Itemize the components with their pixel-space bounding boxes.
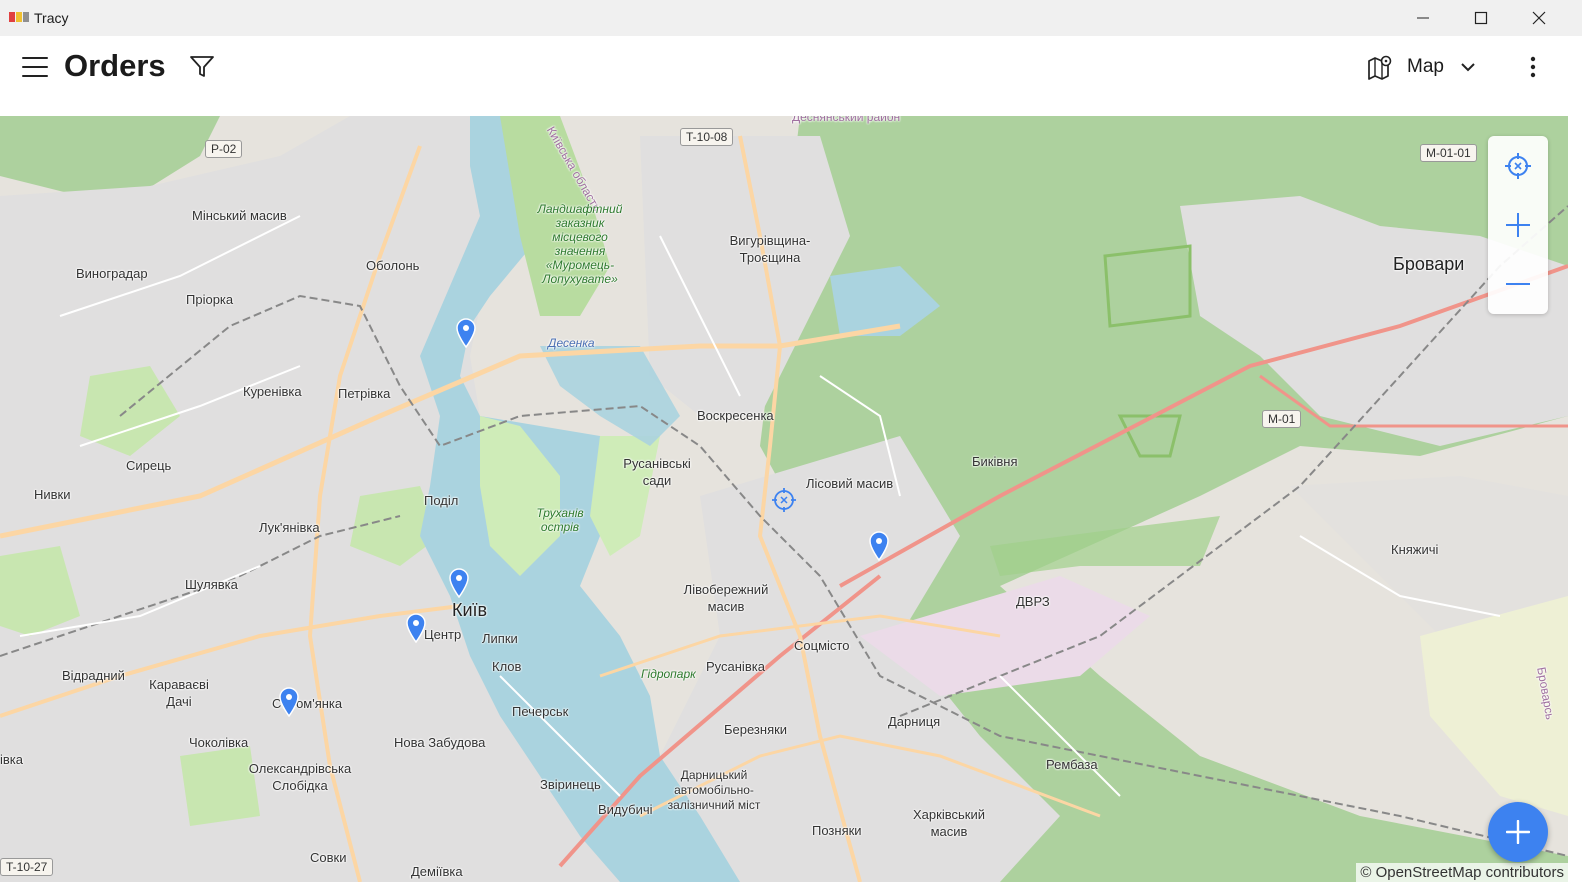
hamburger-menu-button[interactable] [18,52,52,82]
app-icon [9,12,29,22]
map-label: Поділ [424,493,459,508]
locate-me-button[interactable] [1488,136,1548,195]
map-label: Мінський масив [192,208,287,223]
map-label: Березняки [724,722,788,737]
map-label: Княжичі [1391,542,1439,557]
maximize-button[interactable] [1452,0,1510,36]
order-location-pin[interactable] [455,318,477,348]
map-label: ДВРЗ [1016,594,1050,609]
map-label: Лісовий масив [806,476,894,491]
map-label: Виноградар [76,266,148,281]
order-location-pin[interactable] [448,568,470,598]
map-label-park: Ландшафтний заказник місцевого значення … [537,202,623,286]
map-label: Лівобережний масив [683,582,769,614]
map-label: Позняки [812,823,862,838]
road-shield: M-01 [1262,410,1302,428]
map-label: Лук'янівка [259,520,320,535]
filter-button[interactable] [186,52,218,82]
zoom-in-button[interactable] [1488,195,1548,254]
map-label: Воскресенка [697,408,774,423]
map-label: Звіринець [540,777,601,792]
view-mode-label: Map [1407,56,1444,77]
page-title: Orders [64,48,166,83]
map-label: Дарницький автомобільно-залізничний міст [667,768,761,812]
map-label: Центр [424,627,462,642]
map-label: Нивки [34,487,71,502]
hamburger-icon [22,57,48,77]
map-label: Караваєві Дачі [149,677,209,709]
view-mode-dropdown[interactable]: Map [1366,48,1496,86]
map-label: Деснянський район [792,116,901,124]
map-label: Русанівка [706,659,765,674]
map-label: Клов [492,659,522,674]
plus-icon [1506,212,1530,237]
map-label: Чоколівка [189,735,249,750]
map-label: Русанівські сади [623,456,691,488]
road-shield: M-01-01 [1420,144,1477,162]
maximize-icon [1474,11,1488,25]
map-label: Соцмісто [794,638,850,653]
map-label: Биківня [972,454,1018,469]
map-label: Харківський масив [913,807,985,839]
map-label-city: Київ [452,600,488,620]
map-view[interactable]: Деснянський район Київська область Мінсь… [0,116,1568,882]
minimize-icon [1417,17,1429,19]
map-label: Нова Забудова [394,735,486,750]
order-location-pin[interactable] [868,531,890,561]
window-titlebar: Tracy [0,0,1582,36]
zoom-out-button[interactable] [1488,254,1548,313]
map-label: Куренівка [243,384,302,399]
map-label: івка [0,752,23,767]
map-label: Дарниця [888,714,941,729]
map-controls [1488,136,1548,314]
map-label-park: Труханів острів [536,506,584,534]
map-label: Рембаза [1046,757,1098,772]
map-label: Деміївка [411,864,463,879]
map-label: Липки [482,631,518,646]
close-button[interactable] [1510,0,1568,36]
map-label: Петрівка [338,386,391,401]
map-label: Вигурівщина-Троєщина [729,233,811,265]
order-location-pin[interactable] [405,613,427,643]
more-vertical-icon [1530,56,1536,78]
map-label-park: Гідропарк [641,667,696,681]
map-label: Сирець [126,458,172,473]
road-shield: T-10-27 [0,858,54,876]
close-icon [1532,11,1546,25]
add-order-button[interactable] [1488,802,1548,862]
filter-icon [190,56,214,77]
road-shield: P-02 [205,140,243,158]
minimize-button[interactable] [1394,0,1452,36]
map-label: Олександрівська Слобідка [248,761,352,793]
map-label: Пріорка [186,292,234,307]
map-icon [1368,55,1392,80]
map-label: Совки [310,850,347,865]
more-options-button[interactable] [1518,50,1548,84]
map-label-city: Бровари [1393,254,1465,274]
road-shield: T-10-08 [680,128,734,146]
app-bar: Orders Map [0,36,1582,116]
map-label: Шулявка [185,577,238,592]
map-attribution[interactable]: © OpenStreetMap contributors [1356,863,1568,882]
minus-icon [1506,282,1530,285]
map-label: Видубичі [598,802,653,817]
current-location-marker [772,488,796,512]
map-label: Печерськ [512,704,569,719]
map-label-water: Десенка [548,336,595,350]
locate-icon [1505,152,1531,179]
order-location-pin[interactable] [278,687,300,717]
map-label: Оболонь [366,258,420,273]
chevron-down-icon [1461,63,1475,72]
plus-icon [1506,820,1530,844]
window-title: Tracy [34,10,69,26]
map-label: Відрадний [62,668,125,683]
